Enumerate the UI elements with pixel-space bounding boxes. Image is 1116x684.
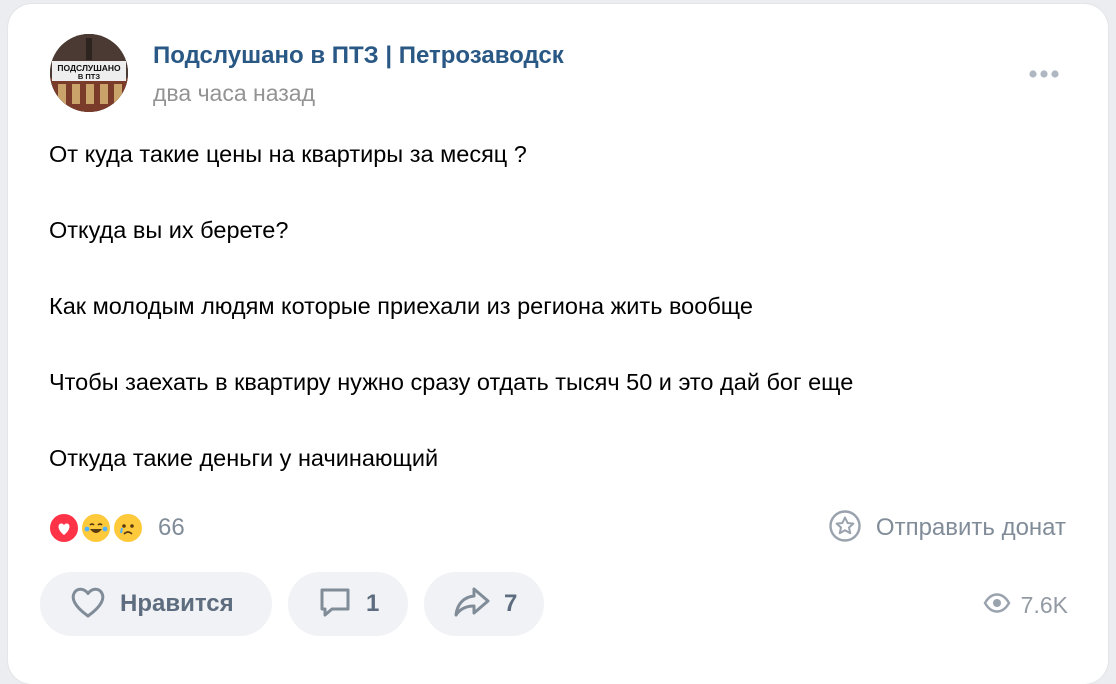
- post-card: ПОДСЛУШАНО В ПТЗ Подслушано в ПТЗ | Петр…: [8, 4, 1108, 684]
- crying-face-icon: [112, 512, 144, 544]
- post-text-line: Откуда такие деньги у начинающий: [49, 445, 439, 471]
- post-text: От куда такие цены на квартиры за месяц …: [49, 136, 1069, 516]
- post-timestamp[interactable]: два часа назад: [153, 80, 315, 107]
- laughing-tears-icon: [80, 512, 112, 544]
- like-button[interactable]: Нравится: [40, 572, 272, 636]
- views-counter: 7.6K: [983, 588, 1068, 622]
- share-arrow-icon: [452, 583, 492, 626]
- post-text-line: От куда такие цены на квартиры за месяц …: [49, 141, 527, 167]
- share-button[interactable]: 7: [424, 572, 544, 636]
- heart-outline-icon: [68, 584, 108, 625]
- more-options-icon[interactable]: [1026, 62, 1062, 86]
- group-avatar[interactable]: ПОДСЛУШАНО В ПТЗ: [50, 34, 128, 112]
- avatar-text-line2: В ПТЗ: [78, 72, 100, 81]
- reactions-summary[interactable]: 66: [48, 508, 185, 548]
- send-donation-button[interactable]: Отправить донат: [828, 508, 1066, 548]
- like-label: Нравится: [120, 590, 234, 617]
- comment-button[interactable]: 1: [288, 572, 408, 636]
- post-text-line: Откуда вы их берете?: [49, 217, 289, 243]
- post-text-line: Как молодым людям которые приехали из ре…: [49, 293, 753, 319]
- comment-count: 1: [366, 590, 380, 617]
- donate-label: Отправить донат: [875, 514, 1066, 541]
- star-badge-icon: [828, 509, 862, 548]
- views-count: 7.6K: [1020, 591, 1068, 618]
- post-text-line: Чтобы заехать в квартиру нужно сразу отд…: [49, 369, 854, 395]
- eye-icon: [983, 592, 1011, 619]
- comment-icon: [316, 583, 354, 626]
- group-name-link[interactable]: Подслушано в ПТЗ | Петрозаводск: [153, 42, 564, 70]
- reaction-icons: [48, 508, 150, 548]
- share-count: 7: [504, 590, 518, 617]
- heart-icon: [48, 512, 80, 544]
- reactions-count: 66: [158, 514, 185, 541]
